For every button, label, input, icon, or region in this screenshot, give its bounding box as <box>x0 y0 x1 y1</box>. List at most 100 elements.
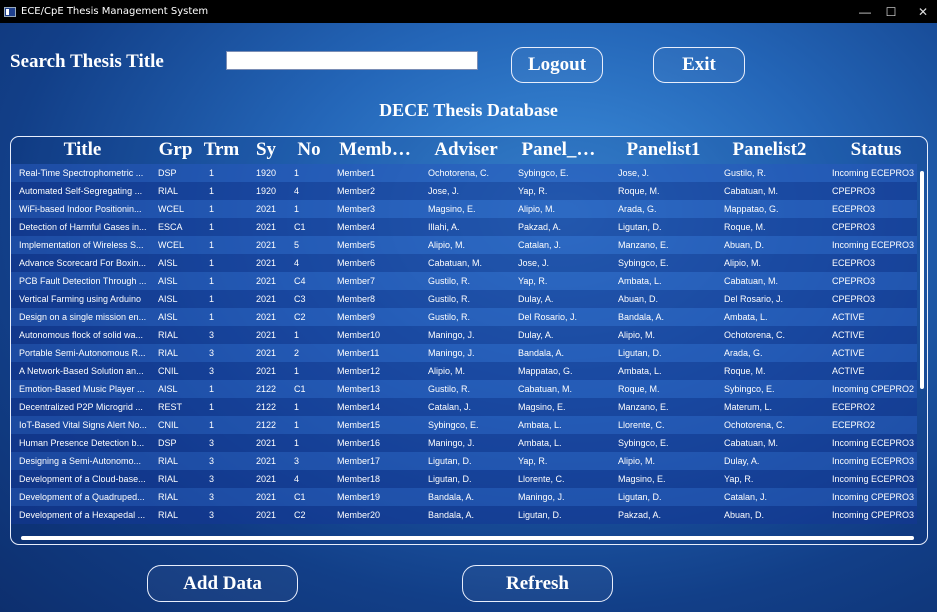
cell-members[interactable]: Member10 <box>337 330 422 340</box>
cell-term[interactable]: 1 <box>209 258 249 268</box>
cell-panelist2[interactable]: Cabatuan, M. <box>724 276 824 286</box>
cell-number[interactable]: 1 <box>294 366 332 376</box>
cell-adviser[interactable]: Maningo, J. <box>428 348 514 358</box>
cell-school-year[interactable]: 2021 <box>256 474 292 484</box>
cell-panel-chair[interactable]: Ambata, L. <box>518 438 614 448</box>
cell-title[interactable]: Advance Scorecard For Boxin... <box>19 258 151 268</box>
cell-panelist2[interactable]: Catalan, J. <box>724 492 824 502</box>
cell-title[interactable]: IoT-Based Vital Signs Alert No... <box>19 420 151 430</box>
cell-title[interactable]: Detection of Harmful Gases in... <box>19 222 151 232</box>
cell-title[interactable]: Autonomous flock of solid wa... <box>19 330 151 340</box>
cell-number[interactable]: 1 <box>294 420 332 430</box>
cell-number[interactable]: 3 <box>294 456 332 466</box>
cell-term[interactable]: 1 <box>209 384 249 394</box>
cell-panelist2[interactable]: Ochotorena, C. <box>724 330 824 340</box>
cell-status[interactable]: Incoming ECEPRO3 <box>832 168 917 178</box>
logout-button[interactable]: Logout <box>511 47 603 83</box>
cell-panelist1[interactable]: Jose, J. <box>618 168 718 178</box>
cell-panel-chair[interactable]: Alipio, M. <box>518 204 614 214</box>
cell-term[interactable]: 1 <box>209 186 249 196</box>
table-row[interactable]: Advance Scorecard For Boxin... AISL 1 2021 4… <box>11 254 917 272</box>
cell-members[interactable]: Member6 <box>337 258 422 268</box>
cell-group[interactable]: WCEL <box>158 204 203 214</box>
cell-status[interactable]: ECEPRO2 <box>832 402 917 412</box>
cell-group[interactable]: REST <box>158 402 203 412</box>
cell-panel-chair[interactable]: Ambata, L. <box>518 420 614 430</box>
cell-panelist2[interactable]: Abuan, D. <box>724 240 824 250</box>
cell-status[interactable]: ACTIVE <box>832 348 917 358</box>
cell-status[interactable]: CPEPRO3 <box>832 294 917 304</box>
cell-school-year[interactable]: 1920 <box>256 168 292 178</box>
cell-number[interactable]: 1 <box>294 204 332 214</box>
cell-number[interactable]: 1 <box>294 168 332 178</box>
cell-members[interactable]: Member16 <box>337 438 422 448</box>
cell-number[interactable]: 2 <box>294 348 332 358</box>
cell-title[interactable]: A Network-Based Solution an... <box>19 366 151 376</box>
table-row[interactable]: Detection of Harmful Gases in... ESCA 1 202… <box>11 218 917 236</box>
cell-panelist1[interactable]: Ligutan, D. <box>618 492 718 502</box>
cell-adviser[interactable]: Alipio, M. <box>428 366 514 376</box>
cell-panel-chair[interactable]: Yap, R. <box>518 276 614 286</box>
table-row[interactable]: Development of a Quadruped... RIAL 3 2021 C1… <box>11 488 917 506</box>
cell-panel-chair[interactable]: Sybingco, E. <box>518 168 614 178</box>
cell-panelist2[interactable]: Cabatuan, M. <box>724 438 824 448</box>
cell-school-year[interactable]: 2021 <box>256 492 292 502</box>
cell-panelist1[interactable]: Roque, M. <box>618 384 718 394</box>
cell-panelist1[interactable]: Pakzad, A. <box>618 510 718 520</box>
cell-term[interactable]: 3 <box>209 510 249 520</box>
cell-status[interactable]: Incoming CPEPRO2 <box>832 384 917 394</box>
cell-school-year[interactable]: 2021 <box>256 294 292 304</box>
cell-school-year[interactable]: 2021 <box>256 258 292 268</box>
table-row[interactable]: Autonomous flock of solid wa... RIAL 3 2021… <box>11 326 917 344</box>
table-row[interactable]: Development of a Hexapedal ... RIAL 3 2021 C… <box>11 506 917 524</box>
cell-members[interactable]: Member20 <box>337 510 422 520</box>
cell-adviser[interactable]: Bandala, A. <box>428 492 514 502</box>
cell-adviser[interactable]: Bandala, A. <box>428 510 514 520</box>
cell-term[interactable]: 1 <box>209 240 249 250</box>
cell-title[interactable]: Decentralized P2P Microgrid ... <box>19 402 151 412</box>
cell-number[interactable]: 1 <box>294 402 332 412</box>
cell-school-year[interactable]: 2021 <box>256 348 292 358</box>
cell-term[interactable]: 1 <box>209 276 249 286</box>
cell-panelist2[interactable]: Roque, M. <box>724 366 824 376</box>
cell-panelist2[interactable]: Alipio, M. <box>724 258 824 268</box>
cell-adviser[interactable]: Ligutan, D. <box>428 474 514 484</box>
cell-panel-chair[interactable]: Catalan, J. <box>518 240 614 250</box>
cell-members[interactable]: Member18 <box>337 474 422 484</box>
cell-term[interactable]: 3 <box>209 456 249 466</box>
cell-adviser[interactable]: Jose, J. <box>428 186 514 196</box>
table-row[interactable]: Designing a Semi-Autonomo... RIAL 3 2021 3 Me… <box>11 452 917 470</box>
cell-number[interactable]: 4 <box>294 186 332 196</box>
cell-members[interactable]: Member15 <box>337 420 422 430</box>
search-input[interactable] <box>226 51 478 70</box>
cell-adviser[interactable]: Cabatuan, M. <box>428 258 514 268</box>
cell-school-year[interactable]: 2021 <box>256 276 292 286</box>
cell-school-year[interactable]: 2021 <box>256 222 292 232</box>
cell-group[interactable]: AISL <box>158 384 203 394</box>
cell-term[interactable]: 3 <box>209 348 249 358</box>
cell-title[interactable]: Portable Semi-Autonomous R... <box>19 348 151 358</box>
column-header-status[interactable]: Status <box>841 139 911 161</box>
cell-school-year[interactable]: 2021 <box>256 330 292 340</box>
cell-panelist1[interactable]: Llorente, C. <box>618 420 718 430</box>
cell-group[interactable]: WCEL <box>158 240 203 250</box>
cell-group[interactable]: CNIL <box>158 366 203 376</box>
cell-number[interactable]: 5 <box>294 240 332 250</box>
cell-status[interactable]: ECEPRO2 <box>832 420 917 430</box>
cell-panel-chair[interactable]: Bandala, A. <box>518 348 614 358</box>
cell-panelist2[interactable]: Sybingco, E. <box>724 384 824 394</box>
cell-panel-chair[interactable]: Cabatuan, M. <box>518 384 614 394</box>
table-row[interactable]: A Network-Based Solution an... CNIL 3 2021 1… <box>11 362 917 380</box>
cell-adviser[interactable]: Ochotorena, C. <box>428 168 514 178</box>
cell-adviser[interactable]: Magsino, E. <box>428 204 514 214</box>
cell-group[interactable]: RIAL <box>158 348 203 358</box>
table-row[interactable]: Portable Semi-Autonomous R... RIAL 3 2021 2 M… <box>11 344 917 362</box>
cell-panel-chair[interactable]: Yap, R. <box>518 186 614 196</box>
cell-school-year[interactable]: 2021 <box>256 438 292 448</box>
cell-term[interactable]: 3 <box>209 438 249 448</box>
cell-title[interactable]: Implementation of Wireless S... <box>19 240 151 250</box>
add-data-button[interactable]: Add Data <box>147 565 298 602</box>
cell-status[interactable]: Incoming ECEPRO3 <box>832 474 917 484</box>
cell-panelist1[interactable]: Manzano, E. <box>618 240 718 250</box>
cell-group[interactable]: AISL <box>158 276 203 286</box>
